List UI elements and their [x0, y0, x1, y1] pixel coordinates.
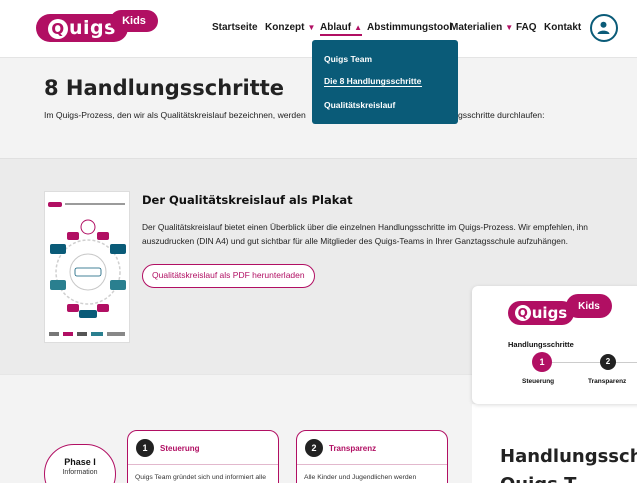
nav-materialien[interactable]: Materialien ▼ — [450, 22, 513, 33]
right-content-background — [472, 404, 637, 483]
poster-thumbnail[interactable] — [44, 191, 130, 343]
step-card-steuerung[interactable]: 1 Steuerung Quigs Team gründet sich und … — [127, 430, 279, 483]
ablauf-dropdown-menu: Quigs Team Die 8 Handlungsschritte Quali… — [312, 40, 458, 124]
nav-kontakt[interactable]: Kontakt — [544, 22, 581, 33]
active-item-underline — [324, 86, 422, 87]
chevron-down-icon: ▼ — [505, 23, 514, 32]
phase-subtitle: Information — [62, 469, 98, 476]
step-label-2: Transparenz — [588, 378, 627, 385]
page-title: 8 Handlungsschritte — [44, 76, 285, 100]
nav-faq[interactable]: FAQ — [516, 22, 537, 33]
poster-title: Der Qualitätskreislauf als Plakat — [142, 193, 353, 207]
card-divider — [297, 464, 447, 465]
steps-connector-line — [542, 362, 637, 363]
nav-ablauf[interactable]: Ablauf ▲ — [320, 22, 363, 36]
dropdown-item-qualitaetskreislauf[interactable]: Qualitätskreislauf — [324, 100, 395, 110]
nav-startseite[interactable]: Startseite — [212, 22, 258, 33]
chevron-down-icon: ▼ — [307, 23, 316, 32]
step-title: Steuerung — [160, 444, 200, 453]
logo-kids-badge: Kids — [566, 294, 612, 318]
panel-logo[interactable]: Quigs Kids — [508, 294, 637, 325]
nav-konzept[interactable]: Konzept ▼ — [265, 22, 315, 33]
step-indicator-1[interactable]: 1 — [532, 352, 552, 372]
quigs-kids-logo[interactable]: Quigs Kids — [36, 10, 158, 46]
step-number: 2 — [305, 439, 323, 457]
intro-text: Im Quigs-Prozess, den wir als Qualitätsk… — [44, 110, 306, 120]
section-heading-line2: Quigs T... — [500, 474, 594, 483]
phase-title: Phase I — [64, 457, 96, 467]
logo-wordmark: Quigs — [508, 301, 574, 325]
user-account-button[interactable] — [590, 14, 618, 42]
user-circle-icon — [597, 21, 610, 34]
chevron-up-icon: ▲ — [354, 23, 363, 32]
intro-text-end: gsschritte durchlaufen: — [458, 110, 545, 120]
poster-description: Der Qualitätskreislauf bietet einen Über… — [142, 222, 588, 246]
download-pdf-button[interactable]: Qualitätskreislauf als PDF herunterladen — [142, 264, 315, 288]
panel-heading: Handlungsschritte — [508, 340, 574, 349]
step-text: Quigs Team gründet sich und informiert a… — [135, 474, 266, 481]
logo-kids-badge: Kids — [110, 10, 158, 32]
step-indicator-2[interactable]: 2 — [600, 354, 616, 370]
step-number: 1 — [136, 439, 154, 457]
step-label-1: Steuerung — [522, 378, 555, 385]
poster-image — [45, 192, 129, 342]
step-title: Transparenz — [329, 444, 377, 453]
section-heading: Handlungsschr — [500, 446, 637, 467]
floating-steps-panel: Quigs Kids Handlungsschritte 1 2 Steueru… — [472, 286, 637, 404]
step-text: Alle Kinder und Jugendlichen werden — [304, 474, 417, 481]
nav-abstimmungstool[interactable]: Abstimmungstool — [367, 22, 452, 33]
dropdown-item-8-handlungsschritte[interactable]: Die 8 Handlungsschritte — [324, 76, 421, 86]
card-divider — [128, 464, 278, 465]
dropdown-item-quigs-team[interactable]: Quigs Team — [324, 54, 372, 64]
step-card-transparenz[interactable]: 2 Transparenz Alle Kinder und Jugendlich… — [296, 430, 448, 483]
